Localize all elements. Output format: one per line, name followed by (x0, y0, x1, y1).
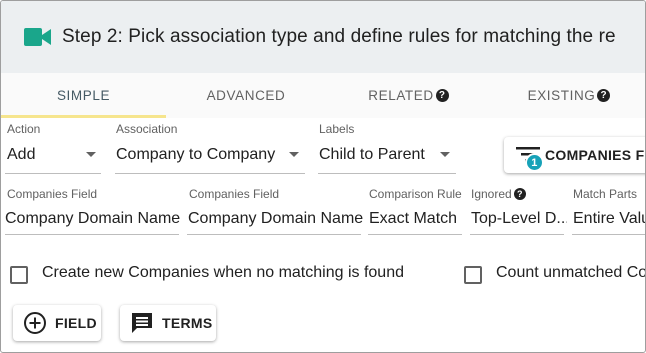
dialog-frame: Step 2: Pick association type and define… (0, 0, 646, 353)
comparison-rule-value: Exact Match (369, 210, 458, 227)
help-icon[interactable]: ? (513, 188, 526, 200)
comparison-rule-label: Comparison Rule (369, 187, 462, 201)
action-label: Action (7, 122, 41, 136)
tab-simple-label: SIMPLE (56, 88, 111, 103)
tab-existing[interactable]: EXISTING ? (491, 73, 645, 118)
tab-bar: SIMPLE ADVANCED RELATED ? EXISTING ? (1, 73, 645, 118)
match-parts-underline (572, 234, 645, 235)
comment-icon (130, 311, 154, 335)
add-field-button[interactable]: FIELD (13, 305, 101, 341)
ignored-label-text: Ignored (471, 187, 512, 201)
labels-label: Labels (319, 122, 355, 136)
step-title: Step 2: Pick association type and define… (62, 26, 616, 47)
tab-simple[interactable]: SIMPLE (1, 73, 166, 118)
video-camera-icon (24, 27, 52, 47)
tab-related[interactable]: RELATED ? (326, 73, 491, 118)
chevron-down-icon (86, 152, 96, 157)
target-field-value: Company Domain Name (188, 210, 364, 227)
source-field-underline (5, 234, 179, 235)
association-underline (115, 173, 305, 174)
add-field-label: FIELD (55, 315, 97, 331)
action-value: Add (7, 146, 36, 163)
target-field-label: Companies Field (189, 187, 280, 201)
filter-count-badge: 1 (525, 153, 544, 172)
tab-existing-label: EXISTING (527, 88, 596, 103)
terms-button[interactable]: TERMS (120, 305, 216, 341)
match-parts-label: Match Parts (573, 187, 638, 201)
tab-advanced-label: ADVANCED (206, 88, 286, 103)
tab-advanced[interactable]: ADVANCED (166, 73, 326, 118)
chevron-down-icon (289, 152, 299, 157)
active-tab-indicator (1, 115, 166, 118)
tab-related-label: RELATED (368, 88, 434, 103)
companies-filter-button[interactable]: 1 COMPANIES FIL (504, 137, 645, 173)
action-underline (5, 173, 101, 174)
comparison-rule-underline (368, 234, 462, 235)
association-label: Association (116, 122, 178, 136)
count-unmatched-label: Count unmatched Co (496, 264, 646, 281)
terms-label: TERMS (162, 315, 213, 331)
match-parts-value: Entire Valu (573, 210, 646, 227)
step-header: Step 2: Pick association type and define… (1, 1, 645, 73)
companies-filter-label: COMPANIES FIL (545, 147, 645, 163)
ignored-value: Top-Level D... (471, 210, 567, 227)
source-field-value: Company Domain Name (5, 210, 181, 227)
ignored-underline (470, 234, 564, 235)
ignored-label: Ignored? (471, 187, 526, 201)
labels-underline (318, 173, 456, 174)
help-icon[interactable]: ? (435, 89, 449, 102)
chevron-down-icon (440, 152, 450, 157)
source-field-label: Companies Field (7, 187, 98, 201)
add-circle-icon (23, 311, 47, 335)
filter-icon: 1 (516, 143, 544, 172)
help-icon[interactable]: ? (597, 89, 611, 102)
labels-value: Child to Parent (319, 146, 425, 163)
create-new-label: Create new Companies when no matching is… (42, 264, 404, 281)
create-new-checkbox[interactable] (10, 266, 28, 284)
target-field-underline (187, 234, 361, 235)
count-unmatched-checkbox[interactable] (464, 266, 482, 284)
association-value: Company to Company (116, 146, 276, 163)
